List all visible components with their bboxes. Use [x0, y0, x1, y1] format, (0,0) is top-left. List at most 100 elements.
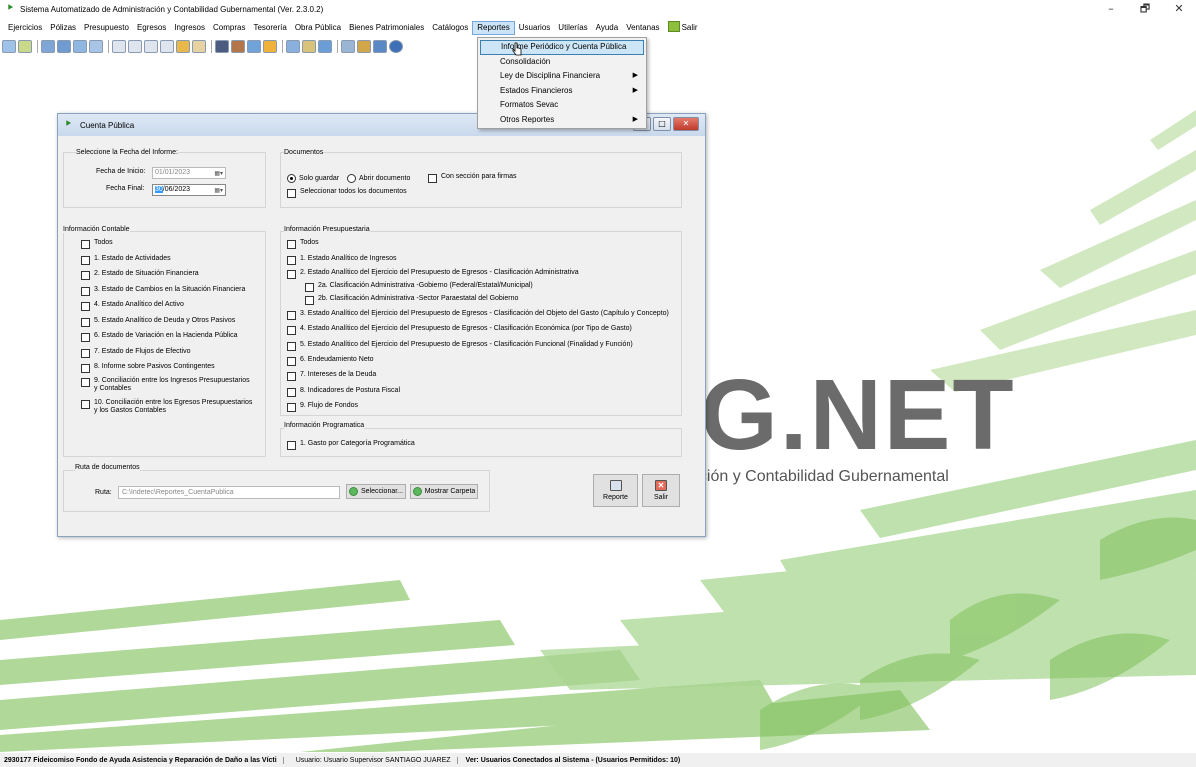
programatica-item[interactable]: 1. Gasto por Categoría Programática	[287, 440, 415, 450]
menu-polizas[interactable]: Pólizas	[46, 21, 80, 35]
contable-item[interactable]: 6. Estado de Variación en la Hacienda Pú…	[81, 332, 237, 342]
check-box	[287, 240, 296, 249]
toolbar-document3-icon[interactable]	[144, 39, 158, 53]
presupuestaria-subitem[interactable]: 2b. Clasificación Administrativa -Sector…	[305, 295, 518, 305]
ruta-path-field[interactable]: C:\Indetec\Reportes_CuentaPublica	[118, 486, 340, 499]
toolbar-separator	[337, 39, 338, 53]
contable-item[interactable]: 1. Estado de Actividades	[81, 255, 171, 265]
minimize-button[interactable]: –	[1094, 0, 1128, 18]
status-connected-users[interactable]: Ver: Usuarios Conectados al Sistema - (U…	[456, 756, 680, 764]
menu-presupuesto[interactable]: Presupuesto	[80, 21, 133, 35]
toolbar-chart-icon[interactable]	[176, 39, 190, 53]
contable-item[interactable]: 7. Estado de Flujos de Efectivo	[81, 348, 191, 358]
menu-ayuda[interactable]: Ayuda	[592, 21, 623, 35]
reporte-button[interactable]: Reporte	[593, 474, 638, 507]
toolbar-budget-icon[interactable]	[73, 39, 87, 53]
check-seleccionar-todos[interactable]: Seleccionar todos los documentos	[287, 188, 407, 198]
calendar-icon[interactable]: ▦▾	[214, 186, 223, 196]
toolbar-print-icon[interactable]	[192, 39, 206, 53]
menu-ejercicios[interactable]: Ejercicios	[4, 21, 46, 35]
toolbar-calculator-icon[interactable]	[215, 39, 229, 53]
menu-salir-label: Salir	[681, 23, 698, 32]
check-box	[81, 271, 90, 280]
menu-item-otros-reportes[interactable]: Otros Reportes ▶	[480, 113, 644, 128]
menu-tesoreria[interactable]: Tesorería	[249, 21, 290, 35]
toolbar-key-icon[interactable]	[357, 39, 371, 53]
toolbar-sync-icon[interactable]	[341, 39, 355, 53]
menu-salir[interactable]: Salir	[664, 21, 702, 35]
toolbar-tools-icon[interactable]	[302, 39, 316, 53]
toolbar-transfer-icon[interactable]	[57, 39, 71, 53]
toolbar-refresh-icon[interactable]	[2, 39, 16, 53]
reporte-label: Reporte	[603, 494, 628, 501]
menu-bienes-patrimoniales[interactable]: Bienes Patrimoniales	[345, 21, 428, 35]
menu-egresos[interactable]: Egresos	[133, 21, 170, 35]
toolbar-table-icon[interactable]	[89, 39, 103, 53]
menu-item-formatos-sevac[interactable]: Formatos Sevac	[480, 98, 644, 113]
presupuestaria-item[interactable]: 8. Indicadores de Postura Fiscal	[287, 387, 400, 397]
toolbar-globe-icon[interactable]	[263, 39, 277, 53]
toolbar-network-icon[interactable]	[318, 39, 332, 53]
close-button[interactable]: ✕	[1162, 0, 1196, 18]
check-label: 10. Conciliación entre los Egresos Presu…	[94, 399, 253, 414]
presupuestaria-item[interactable]: 3. Estado Analítico del Ejercicio del Pr…	[287, 310, 669, 320]
menu-item-ley-disciplina[interactable]: Ley de Disciplina Financiera ▶	[480, 69, 644, 84]
presupuestaria-subitem[interactable]: 2a. Clasificación Administrativa -Gobier…	[305, 282, 533, 292]
toolbar-help-icon[interactable]	[389, 39, 403, 53]
radio-solo-guardar[interactable]: Solo guardar	[287, 174, 339, 183]
contable-item[interactable]: 3. Estado de Cambios en la Situación Fin…	[81, 286, 245, 296]
dialog-maximize-button[interactable]: □	[653, 117, 671, 131]
presupuestaria-item[interactable]: 7. Intereses de la Deuda	[287, 371, 376, 381]
menu-utilerias[interactable]: Utilerías	[554, 21, 591, 35]
submenu-arrow-icon: ▶	[632, 86, 638, 94]
presupuestaria-item[interactable]: Todos	[287, 239, 319, 249]
menu-usuarios[interactable]: Usuarios	[515, 21, 555, 35]
restore-button[interactable]: 🗗	[1128, 0, 1162, 18]
check-label: 6. Estado de Variación en la Hacienda Pú…	[94, 332, 238, 339]
contable-item[interactable]: 2. Estado de Situación Financiera	[81, 270, 199, 280]
salir-label: Salir	[653, 494, 668, 501]
toolbar-document2-icon[interactable]	[128, 39, 142, 53]
seleccionar-button[interactable]: Seleccionar...	[346, 484, 406, 499]
contable-item[interactable]: 5. Estado Analítico de Deuda y Otros Pas…	[81, 317, 235, 327]
menu-compras[interactable]: Compras	[209, 21, 249, 35]
fecha-final-field[interactable]: 30/06/2023 ▦▾	[152, 184, 226, 196]
menu-ingresos[interactable]: Ingresos	[170, 21, 209, 35]
presupuestaria-item[interactable]: 6. Endeudamiento Neto	[287, 356, 374, 366]
menu-obra-publica[interactable]: Obra Pública	[291, 21, 345, 35]
contable-item[interactable]: 4. Estado Analítico del Activo	[81, 301, 184, 311]
presupuestaria-item[interactable]: 4. Estado Analítico del Ejercicio del Pr…	[287, 325, 632, 335]
toolbar-ledger-icon[interactable]	[18, 39, 32, 53]
contable-item[interactable]: 10. Conciliación entre los Egresos Presu…	[81, 399, 252, 415]
check-label: 5. Estado Analítico del Ejercicio del Pr…	[300, 341, 633, 348]
menu-item-consolidacion[interactable]: Consolidación	[480, 55, 644, 70]
presupuestaria-item[interactable]: 2. Estado Analítico del Ejercicio del Pr…	[287, 269, 579, 279]
check-label: 9. Flujo de Fondos	[300, 402, 358, 409]
toolbar-save-icon[interactable]	[373, 39, 387, 53]
contable-item[interactable]: 8. Informe sobre Pasivos Contingentes	[81, 363, 215, 373]
presupuestaria-item[interactable]: 5. Estado Analítico del Ejercicio del Pr…	[287, 341, 633, 351]
presupuestaria-item[interactable]: 9. Flujo de Fondos	[287, 402, 358, 412]
salir-button[interactable]: ✕ Salir	[642, 474, 680, 507]
menu-reportes[interactable]: Reportes	[472, 21, 515, 35]
contable-item[interactable]: 9. Conciliación entre los Ingresos Presu…	[81, 377, 250, 393]
toolbar-users-icon[interactable]	[247, 39, 261, 53]
menu-ventanas[interactable]: Ventanas	[622, 21, 663, 35]
mostrar-carpeta-label: Mostrar Carpeta	[424, 488, 476, 495]
check-box	[81, 240, 90, 249]
menu-item-estados-financieros[interactable]: Estados Financieros ▶	[480, 84, 644, 99]
mostrar-carpeta-button[interactable]: Mostrar Carpeta	[410, 484, 478, 499]
check-con-seccion-firmas[interactable]: Con sección para firmas	[428, 173, 516, 183]
toolbar-edit-icon[interactable]	[231, 39, 245, 53]
radio-abrir-documento[interactable]: Abrir documento	[347, 174, 410, 183]
presupuestaria-item[interactable]: 1. Estado Analítico de Ingresos	[287, 255, 397, 265]
contable-item[interactable]: Todos	[81, 239, 113, 249]
check-label: Todos	[300, 239, 319, 246]
toolbar-report-icon[interactable]	[286, 39, 300, 53]
menu-catalogos[interactable]: Catálogos	[428, 21, 472, 35]
toolbar-accounts-icon[interactable]	[41, 39, 55, 53]
dialog-close-button[interactable]: ✕	[673, 117, 699, 131]
toolbar-document-icon[interactable]	[112, 39, 126, 53]
menu-item-informe-periodico[interactable]: Informe Periódico y Cuenta Pública	[480, 40, 644, 55]
toolbar-document4-icon[interactable]	[160, 39, 174, 53]
